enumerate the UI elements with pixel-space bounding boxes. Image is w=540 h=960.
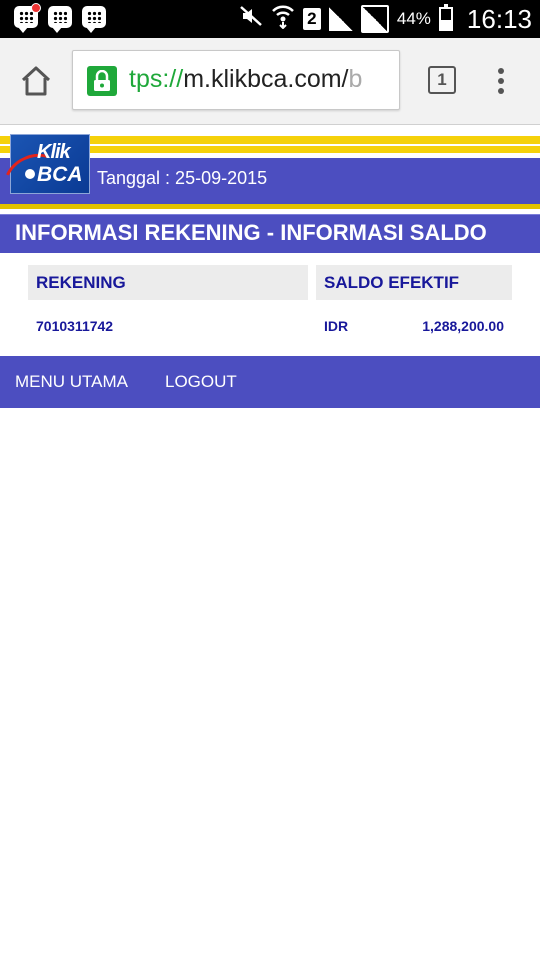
url-rest: b bbox=[348, 65, 363, 93]
section-title-bar: INFORMASI REKENING - INFORMASI SALDO bbox=[0, 214, 540, 253]
signal-icon bbox=[360, 5, 389, 33]
currency: IDR bbox=[324, 318, 349, 334]
address-bar[interactable]: tps://m.klikbca.com/b bbox=[72, 50, 400, 110]
notification-icons bbox=[14, 3, 106, 33]
menu-utama-link[interactable]: MENU UTAMA bbox=[15, 372, 128, 392]
klikbca-logo: Klik BCA bbox=[0, 134, 90, 216]
lock-icon bbox=[87, 66, 117, 96]
yellow-stripe bbox=[0, 204, 540, 209]
account-number: 7010311742 bbox=[36, 318, 114, 334]
page-title: INFORMASI REKENING - INFORMASI SALDO bbox=[15, 220, 487, 245]
signal-icon bbox=[328, 7, 353, 31]
system-icons: 2 44% 16:13 bbox=[239, 0, 532, 38]
url-scheme: tps:// bbox=[129, 65, 184, 93]
battery-percent: 44% bbox=[396, 9, 431, 28]
column-header-saldo: SALDO EFEKTIF bbox=[316, 265, 512, 300]
overflow-menu-icon[interactable] bbox=[498, 68, 506, 96]
clock: 16:13 bbox=[466, 3, 532, 34]
sim-2-icon: 2 bbox=[302, 8, 321, 30]
url-text[interactable]: tps://m.klikbca.com/b bbox=[129, 65, 362, 94]
url-host: m.klikbca.com/ bbox=[183, 65, 349, 93]
column-header-rekening: REKENING bbox=[28, 265, 308, 300]
home-icon[interactable] bbox=[18, 63, 54, 99]
bottom-menu: MENU UTAMA LOGOUT bbox=[0, 356, 540, 408]
balance-amount: 1,288,200.00 bbox=[422, 318, 504, 334]
mute-icon bbox=[239, 4, 263, 34]
battery-icon bbox=[438, 4, 453, 31]
status-bar: 2 44% 16:13 bbox=[0, 0, 540, 38]
bbm-icon bbox=[82, 6, 106, 33]
bbm-icon bbox=[14, 3, 41, 33]
browser-toolbar: tps://m.klikbca.com/b 1 bbox=[0, 38, 540, 125]
wifi-icon bbox=[271, 3, 295, 35]
page-header: Klik BCA Tanggal : 25-09-2015 bbox=[0, 132, 540, 216]
bbm-icon bbox=[48, 6, 72, 33]
logout-link[interactable]: LOGOUT bbox=[165, 372, 237, 392]
tabs-count-button[interactable]: 1 bbox=[428, 66, 456, 94]
date-label: Tanggal : 25-09-2015 bbox=[97, 168, 268, 188]
